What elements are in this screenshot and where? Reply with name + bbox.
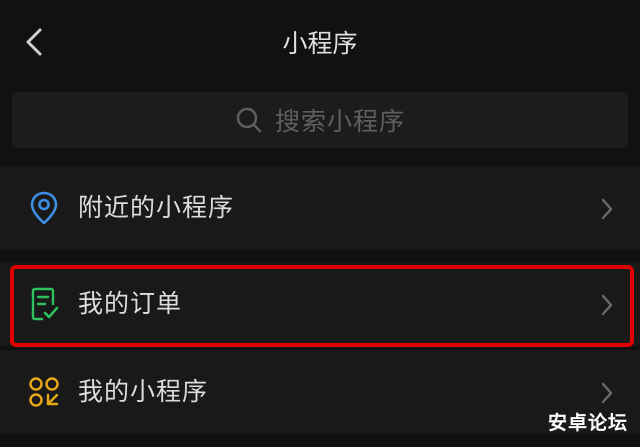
search-input[interactable]: 搜索小程序 xyxy=(12,92,628,148)
header-bar: 小程序 xyxy=(0,0,640,86)
chevron-right-icon xyxy=(596,196,618,222)
search-icon xyxy=(235,106,263,134)
location-pin-icon xyxy=(26,190,62,226)
list-item-my-orders[interactable]: 我的订单 xyxy=(0,262,640,346)
back-button[interactable] xyxy=(14,24,54,64)
list-item-my-mini-programs[interactable]: 我的小程序 xyxy=(0,350,640,434)
chevron-right-icon xyxy=(596,292,618,318)
chevron-right-icon xyxy=(596,380,618,406)
mini-program-icon xyxy=(26,374,62,410)
list-item-label: 我的小程序 xyxy=(78,377,209,406)
list-item-nearby-mini-programs[interactable]: 附近的小程序 xyxy=(0,166,640,250)
list-item-label: 附近的小程序 xyxy=(78,193,235,222)
chevron-left-icon xyxy=(23,27,45,61)
list-item-label: 我的订单 xyxy=(78,289,183,318)
search-placeholder: 搜索小程序 xyxy=(274,107,405,136)
watermark-text: 安卓论坛 xyxy=(547,412,628,434)
page-title: 小程序 xyxy=(282,29,358,58)
order-check-icon xyxy=(26,286,62,322)
